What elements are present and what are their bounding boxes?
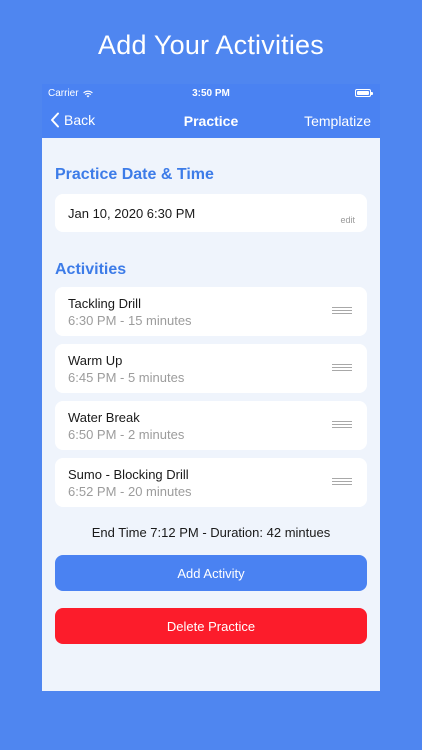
drag-handle-icon[interactable] <box>332 478 352 487</box>
drag-handle-icon[interactable] <box>332 307 352 316</box>
activity-name: Sumo - Blocking Drill <box>68 467 189 482</box>
practice-summary: End Time 7:12 PM - Duration: 42 mintues <box>91 525 331 540</box>
status-time: 3:50 PM <box>192 88 230 99</box>
date-section-title: Practice Date & Time <box>55 166 214 183</box>
activity-name: Water Break <box>68 410 140 425</box>
navigation-bar: Back Practice Templatize <box>42 104 380 138</box>
date-card: Jan 10, 2020 6:30 PM edit <box>55 194 367 232</box>
activity-detail: 6:50 PM - 2 minutes <box>68 427 185 442</box>
battery-icon <box>355 89 373 97</box>
activity-detail: 6:30 PM - 15 minutes <box>68 313 192 328</box>
drag-handle-icon[interactable] <box>332 364 352 373</box>
templatize-button[interactable]: Templatize <box>304 113 371 129</box>
activity-item[interactable]: Water Break 6:50 PM - 2 minutes <box>55 401 367 450</box>
phone-screen: Carrier 3:50 PM Back Practice Templatize… <box>42 84 380 691</box>
delete-practice-button[interactable]: Delete Practice <box>55 608 367 644</box>
activity-list: Tackling Drill 6:30 PM - 15 minutes Warm… <box>55 287 367 507</box>
add-activity-button[interactable]: Add Activity <box>55 555 367 591</box>
activity-name: Tackling Drill <box>68 296 141 311</box>
activity-item[interactable]: Tackling Drill 6:30 PM - 15 minutes <box>55 287 367 336</box>
promo-title: Add Your Activities <box>98 30 324 60</box>
activities-section-title: Activities <box>55 261 127 278</box>
activity-detail: 6:52 PM - 20 minutes <box>68 484 192 499</box>
practice-date-value: Jan 10, 2020 6:30 PM <box>68 206 196 221</box>
activity-name: Warm Up <box>68 353 123 368</box>
content-area: Practice Date & Time Jan 10, 2020 6:30 P… <box>42 166 380 644</box>
drag-handle-icon[interactable] <box>332 421 352 430</box>
status-bar: Carrier 3:50 PM <box>42 84 380 104</box>
edit-date-button[interactable]: edit <box>340 215 355 225</box>
activity-item[interactable]: Sumo - Blocking Drill 6:52 PM - 20 minut… <box>55 458 367 507</box>
activity-item[interactable]: Warm Up 6:45 PM - 5 minutes <box>55 344 367 393</box>
activity-detail: 6:45 PM - 5 minutes <box>68 370 185 385</box>
